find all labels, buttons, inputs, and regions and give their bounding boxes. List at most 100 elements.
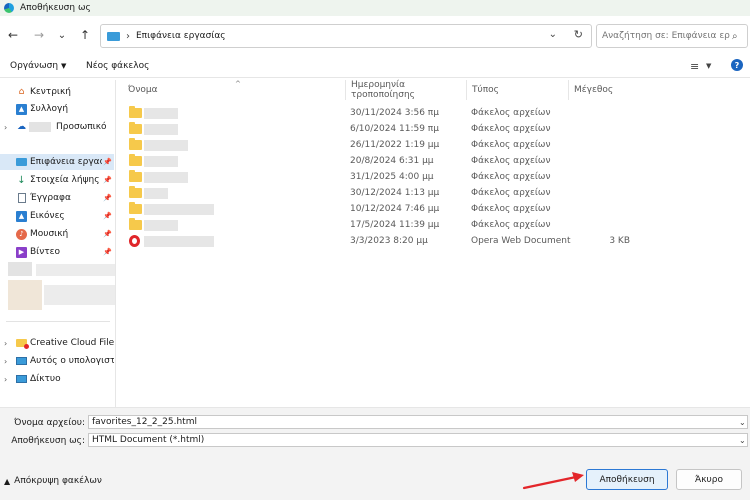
file-date: 6/10/2024 11:59 πμ [350,124,439,134]
desktop-icon [16,157,27,168]
file-type: Φάκελος αρχείων [471,204,551,214]
save-form-panel: Όνομα αρχείου: ⌄ Αποθήκευση ως: HTML Doc… [0,407,750,500]
pin-icon: 📌 [103,176,112,184]
column-header-name[interactable]: Όνομα ^ [123,80,345,100]
sidebar-item-pictures[interactable]: ▲ Εικόνες 📌 [0,208,114,224]
sidebar-item-gallery[interactable]: ▲ Συλλογή [0,101,114,117]
chevron-right-icon[interactable]: › [4,375,7,384]
hide-folders-button[interactable]: ▲ Απόκρυψη φακέλων [4,476,102,486]
sidebar-item-label: Βίντεο [30,247,61,257]
file-row[interactable]: 20/8/2024 6:31 μμ Φάκελος αρχείων [118,153,750,169]
file-date: 20/8/2024 6:31 μμ [350,156,434,166]
filename-dropdown-chevron-icon[interactable]: ⌄ [739,418,746,427]
redacted-file-name [144,236,214,247]
search-icon[interactable]: ⌕ [732,31,738,42]
file-type: Φάκελος αρχείων [471,188,551,198]
recent-locations-chevron-icon[interactable]: ⌄ [55,28,69,42]
address-dropdown-chevron-icon[interactable]: ⌄ [549,29,557,40]
sidebar-item-this-pc[interactable]: › Αυτός ο υπολογιστή [0,353,114,369]
help-icon[interactable]: ? [731,59,743,71]
file-type: Opera Web Document [471,236,571,246]
search-input[interactable] [602,31,730,41]
breadcrumb-desktop[interactable]: Επιφάνεια εργασίας [136,31,226,41]
address-bar[interactable]: › Επιφάνεια εργασίας ⌄ ↻ [100,24,592,48]
title-bar: Αποθήκευση ως [0,0,750,16]
file-date: 30/12/2024 1:13 μμ [350,188,440,198]
cancel-button[interactable]: Άκυρο [676,469,742,490]
sidebar-item-label: Συλλογή [30,104,69,114]
sidebar-item-label: Στοιχεία λήψης [30,175,100,185]
download-arrow-icon: ↓ [17,174,26,186]
sidebar-item-label: Έγγραφα [30,193,71,203]
file-row[interactable]: 31/1/2025 4:00 μμ Φάκελος αρχείων [118,169,750,185]
redacted-item [8,262,32,276]
sidebar-item-desktop[interactable]: Επιφάνεια εργασί 📌 [0,154,114,170]
up-arrow-icon[interactable]: ↑ [78,28,92,42]
search-box[interactable]: ⌕ [596,24,748,48]
sidebar-item-network[interactable]: › Δίκτυο [0,371,114,387]
window-title: Αποθήκευση ως [20,3,91,13]
redacted-item [44,285,115,305]
sidebar-item-music[interactable]: ♪ Μουσική 📌 [0,226,114,242]
sidebar-item-videos[interactable]: ▶ Βίντεο 📌 [0,244,114,260]
sidebar-item-personal[interactable]: › ☁ Προσωπικό [0,119,114,135]
file-row[interactable]: 26/11/2022 1:19 μμ Φάκελος αρχείων [118,137,750,153]
save-button[interactable]: Αποθήκευση [586,469,668,490]
opera-browser-icon [129,235,140,247]
chevron-right-icon[interactable]: › [4,357,7,366]
file-row[interactable]: 17/5/2024 11:39 μμ Φάκελος αρχείων [118,217,750,233]
new-folder-button[interactable]: Νέος φάκελος [86,61,149,71]
file-size: 3 KB [609,236,630,246]
sidebar-item-documents[interactable]: Έγγραφα 📌 [0,190,114,206]
filename-input[interactable] [88,415,748,429]
view-options-icon[interactable]: ≡ [690,60,699,73]
onedrive-cloud-icon: ☁ [17,122,26,132]
sidebar-item-label: Δίκτυο [30,374,61,384]
refresh-icon[interactable]: ↻ [574,28,583,41]
sidebar-item-label: Προσωπικό [56,122,107,132]
file-row[interactable]: 30/12/2024 1:13 μμ Φάκελος αρχείων [118,185,750,201]
forward-arrow-icon[interactable]: → [32,28,46,42]
redacted-file-name [144,140,188,151]
savetype-select[interactable]: HTML Document (*.html) [88,433,748,447]
chevron-right-icon[interactable]: › [4,339,7,348]
pin-icon: 📌 [103,158,112,166]
redacted-text [29,122,51,132]
network-icon [16,374,27,385]
column-header-date[interactable]: Ημερομηνία τροποποίησης [345,80,466,100]
folder-icon [129,122,142,134]
file-row[interactable]: 30/11/2024 3:56 πμ Φάκελος αρχείων [118,105,750,121]
file-type: Φάκελος αρχείων [471,124,551,134]
document-icon [16,193,27,204]
file-type: Φάκελος αρχείων [471,140,551,150]
organize-label: Οργάνωση [10,61,59,71]
folder-icon [129,154,142,166]
file-list: Όνομα ^ Ημερομηνία τροποποίησης Τύπος Μέ… [118,80,750,407]
file-row[interactable]: 10/12/2024 7:46 μμ Φάκελος αρχείων [118,201,750,217]
savetype-dropdown-chevron-icon[interactable]: ⌄ [739,436,746,445]
pin-icon: 📌 [103,230,112,238]
file-row[interactable]: 3/3/2023 8:20 μμ Opera Web Document 3 KB [118,233,750,249]
computer-monitor-icon [16,356,27,367]
column-header-size[interactable]: Μέγεθος [568,80,640,100]
column-header-type[interactable]: Τύπος [466,80,568,100]
savetype-value: HTML Document (*.html) [92,435,205,445]
file-row[interactable]: 6/10/2024 11:59 πμ Φάκελος αρχείων [118,121,750,137]
folder-icon [129,186,142,198]
sidebar-item-downloads[interactable]: ↓ Στοιχεία λήψης 📌 [0,172,114,188]
address-row: ← → ⌄ ↑ › Επιφάνεια εργασίας ⌄ ↻ ⌕ [0,22,750,50]
redacted-file-name [144,220,178,231]
view-options-caret-icon[interactable]: ▼ [706,62,711,70]
sidebar-item-creative-cloud[interactable]: › Creative Cloud Files F [0,335,114,351]
organize-button[interactable]: Οργάνωση ▼ [10,61,66,71]
redacted-file-name [144,124,178,135]
chevron-right-icon[interactable]: › [4,123,7,132]
back-arrow-icon[interactable]: ← [6,28,20,42]
redacted-file-name [144,204,214,215]
home-icon: ⌂ [18,87,25,97]
folder-icon [129,218,142,230]
file-date: 26/11/2022 1:19 μμ [350,140,440,150]
annotation-arrow-icon [522,472,584,490]
pictures-icon: ▲ [16,210,27,222]
sidebar-item-home[interactable]: ⌂ Κεντρική [0,84,114,100]
